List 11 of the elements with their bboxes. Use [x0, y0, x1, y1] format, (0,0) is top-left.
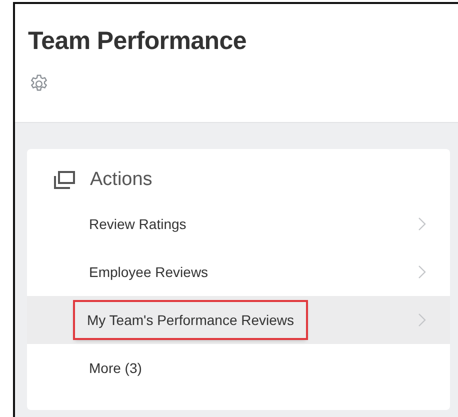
- action-item[interactable]: More (3): [27, 344, 450, 392]
- action-label: Review Ratings: [89, 215, 186, 234]
- action-item[interactable]: Employee Reviews: [27, 248, 450, 296]
- section-heading: Actions: [90, 169, 152, 191]
- windows-icon: [52, 170, 76, 190]
- action-label: Employee Reviews: [89, 263, 208, 282]
- action-item[interactable]: Review Ratings: [27, 200, 450, 248]
- action-item[interactable]: My Team's Performance Reviews: [27, 296, 450, 344]
- page-title: Team Performance: [28, 26, 248, 56]
- action-label: More (3): [89, 359, 142, 378]
- action-label: My Team's Performance Reviews: [75, 302, 306, 338]
